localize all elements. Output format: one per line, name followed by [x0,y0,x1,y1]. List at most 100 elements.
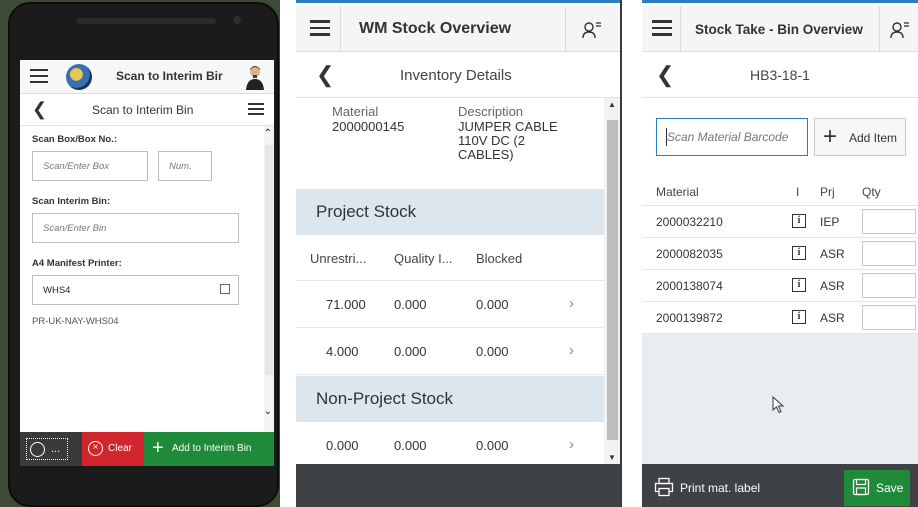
description-line-2: 110V DC (2 [458,133,525,148]
quality-cell: 0.000 [394,297,427,312]
scroll-up-icon[interactable]: ⌃ [264,128,272,139]
info-icon[interactable]: i [792,310,806,324]
back-icon[interactable]: ❮ [656,62,674,88]
qty-input[interactable] [862,273,916,298]
hamburger-menu-icon[interactable] [30,69,48,85]
page-subheader: ❮ Scan to Interim Bin [20,94,274,126]
print-label-button[interactable]: Print mat. label [680,481,760,495]
column-header-quality: Quality I... [394,251,453,266]
form-scrollbar-thumb[interactable] [265,145,273,375]
page-title: Scan to Interim Bin [92,103,194,117]
printer-label: A4 Manifest Printer: [32,258,122,269]
phone-speaker [76,18,216,24]
table-row: 2000082035 i ASR [642,238,918,270]
unrestricted-cell: 71.000 [326,297,366,312]
user-avatar-icon[interactable] [244,64,266,90]
scan-toolbar: Scan Material Barcode + Add Item [642,98,918,176]
phone-screen: Scan to Interim Bir ❮ Scan to Interim Bi… [20,60,274,466]
material-cell: 2000032210 [656,215,723,229]
material-cell: 2000139872 [656,311,723,325]
interim-bin-input[interactable]: Scan/Enter Bin [32,213,239,243]
page-title: Inventory Details [400,67,512,84]
bin-title: HB3-18-1 [750,67,810,83]
printer-icon[interactable] [654,477,674,497]
title-container: Stock Take - Bin Overview [680,6,880,52]
blocked-cell: 0.000 [476,438,509,453]
qty-input[interactable] [862,305,916,330]
project-cell: ASR [820,279,845,293]
box-input[interactable]: Scan/Enter Box [32,151,148,181]
unrestricted-cell: 0.000 [326,438,359,453]
details-scrollbar[interactable]: ▲ ▼ [604,98,620,464]
panel-divider [620,0,622,507]
column-header-project: Prj [820,185,835,199]
app-title: Stock Take - Bin Overview [695,22,863,37]
info-icon[interactable]: i [792,214,806,228]
project-cell: IEP [820,215,840,229]
scroll-up-icon[interactable]: ▲ [608,100,616,109]
section-title: Non-Project Stock [316,389,453,408]
description-line-1: JUMPER CABLE [458,119,558,134]
page-subheader: ❮ Inventory Details [296,52,620,98]
unrestricted-cell: 4.000 [326,344,359,359]
user-menu-icon[interactable] [890,20,910,40]
clear-button[interactable]: × Clear [82,432,144,466]
clear-label: Clear [108,443,132,454]
add-to-interim-bin-button[interactable]: + Add to Interim Bin [144,432,274,466]
material-value: 2000000145 [332,119,405,134]
app-header: Scan to Interim Bir [20,60,274,94]
column-header-info: I [796,185,800,199]
user-menu-icon[interactable] [582,20,602,40]
box-number-input[interactable]: Num. [158,151,212,181]
value-help-icon[interactable] [220,284,230,294]
table-row: 2000139872 i ASR [642,302,918,334]
page-subheader: ❮ HB3-18-1 [642,52,918,98]
app-title: Scan to Interim Bir [116,69,223,83]
info-icon[interactable]: i [792,278,806,292]
table-row[interactable]: 4.000 0.000 0.000 › [296,328,604,375]
app-header: Stock Take - Bin Overview [642,6,918,52]
table-row[interactable]: 71.000 0.000 0.000 › [296,281,604,328]
material-cell: 2000138074 [656,279,723,293]
screenshot-canvas: Scan to Interim Bir ❮ Scan to Interim Bi… [0,0,918,507]
column-header-blocked: Blocked [476,251,523,266]
app-header: WM Stock Overview [296,6,620,52]
text-cursor [666,128,667,146]
qty-input[interactable] [862,209,916,234]
info-icon[interactable]: i [792,246,806,260]
quality-cell: 0.000 [394,438,427,453]
project-cell: ASR [820,247,845,261]
qty-input[interactable] [862,241,916,266]
material-cell: 2000082035 [656,247,723,261]
scroll-down-icon[interactable]: ▼ [608,453,616,462]
company-logo [66,64,92,90]
interim-bin-label: Scan Interim Bin: [32,196,111,207]
material-label: Material [332,104,379,119]
more-dots: ... [51,443,61,455]
back-icon[interactable]: ❮ [316,62,334,88]
back-icon[interactable]: ❮ [32,99,47,120]
save-button[interactable]: Save [844,470,910,506]
more-actions-button[interactable]: ... [26,438,68,460]
scan-form: Scan Box/Box No.: Scan/Enter Box Num. Sc… [20,126,266,432]
scroll-down-icon[interactable]: ⌄ [264,406,272,417]
table-row[interactable]: 0.000 0.000 0.000 › [296,422,604,464]
add-item-button[interactable]: + Add Item [814,118,906,156]
scan-material-input[interactable]: Scan Material Barcode [656,118,808,156]
hamburger-menu-icon[interactable] [652,20,672,36]
scan-material-placeholder: Scan Material Barcode [667,130,789,144]
table-row: 2000138074 i ASR [642,270,918,302]
non-project-stock-section: Non-Project Stock [296,376,604,422]
list-icon[interactable] [248,103,264,117]
wm-stock-overview-panel: WM Stock Overview ❮ Inventory Details Ma… [296,0,620,507]
project-cell: ASR [820,311,845,325]
section-title: Project Stock [316,202,417,221]
column-header-qty: Qty [862,185,881,199]
plus-icon: + [152,437,164,459]
add-to-interim-bin-label: Add to Interim Bin [172,443,252,454]
quality-cell: 0.000 [394,344,427,359]
printer-input[interactable]: WHS4 [32,275,239,305]
details-scrollbar-thumb[interactable] [607,120,618,440]
hamburger-menu-icon[interactable] [310,20,330,36]
title-container: WM Stock Overview [340,6,566,52]
